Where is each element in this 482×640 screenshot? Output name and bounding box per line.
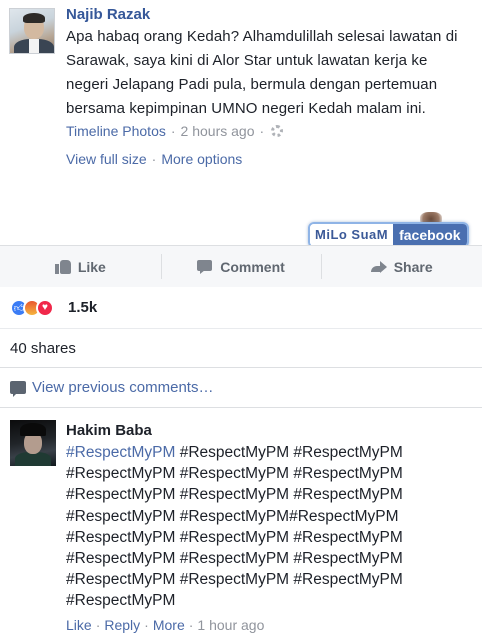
shares-count[interactable]: 40 shares [0,329,482,368]
watermark-brand: facebook [393,224,467,246]
comment-bubble-icon [10,381,26,397]
comment-item: Hakim Baba #RespectMyPM #RespectMyPM #Re… [0,408,482,640]
photo-links: View full size · More options [66,151,242,167]
reactions-summary[interactable]: 👍︎ ♥ 1.5k [0,287,482,329]
like-label: Like [77,258,106,275]
link-separator: · [151,151,157,167]
comment-text: #RespectMyPM #RespectMyPM #RespectMyPM #… [66,442,478,612]
comment-meta-separator: · [188,617,194,633]
love-reaction-icon: ♥ [36,298,54,317]
comment-meta: Like · Reply · More · 1 hour ago [66,617,264,633]
hashtag-link[interactable]: #RespectMyPM [66,444,175,461]
action-bar: Like Comment Share [0,245,482,287]
post-meta: Timeline Photos · 2 hours ago · [66,123,284,139]
view-previous-comments[interactable]: View previous comments… [0,368,482,408]
commenter-avatar[interactable] [10,420,56,466]
comment-meta-separator: · [144,617,149,633]
reaction-count: 1.5k [68,299,98,316]
comment-button[interactable]: Comment [160,246,322,287]
share-button[interactable]: Share [321,246,482,287]
comment-icon [197,259,213,274]
gear-icon [271,125,284,137]
comment-label: Comment [220,258,285,275]
thumbs-up-icon [54,259,71,274]
comment-body: #RespectMyPM #RespectMyPM #RespectMyPM #… [66,444,403,610]
album-link[interactable]: Timeline Photos [66,123,166,139]
comment-like-link[interactable]: Like [66,617,92,633]
share-arrow-icon [370,259,387,274]
comment-time: 1 hour ago [197,617,265,633]
more-options-link[interactable]: More options [161,151,242,167]
post-text: Apa habaq orang Kedah? Alhamdulillah sel… [66,28,458,117]
post: Najib Razak Apa habaq orang Kedah? Alham… [0,0,482,248]
view-previous-label: View previous comments… [32,379,214,396]
comment-reply-link[interactable]: Reply [104,617,140,633]
watermark-name: MiLo SuaM [310,224,394,246]
author-avatar[interactable] [9,8,55,54]
meta-separator: · [259,123,265,139]
meta-separator: · [170,123,176,139]
like-button[interactable]: Like [0,246,161,287]
post-author-name[interactable]: Najib Razak [66,6,150,23]
comment-more-link[interactable]: More [153,617,185,633]
post-time[interactable]: 2 hours ago [181,123,255,139]
commenter-name[interactable]: Hakim Baba [66,422,152,439]
view-full-size-link[interactable]: View full size [66,151,147,167]
share-label: Share [393,258,433,275]
comment-meta-separator: · [95,617,101,633]
